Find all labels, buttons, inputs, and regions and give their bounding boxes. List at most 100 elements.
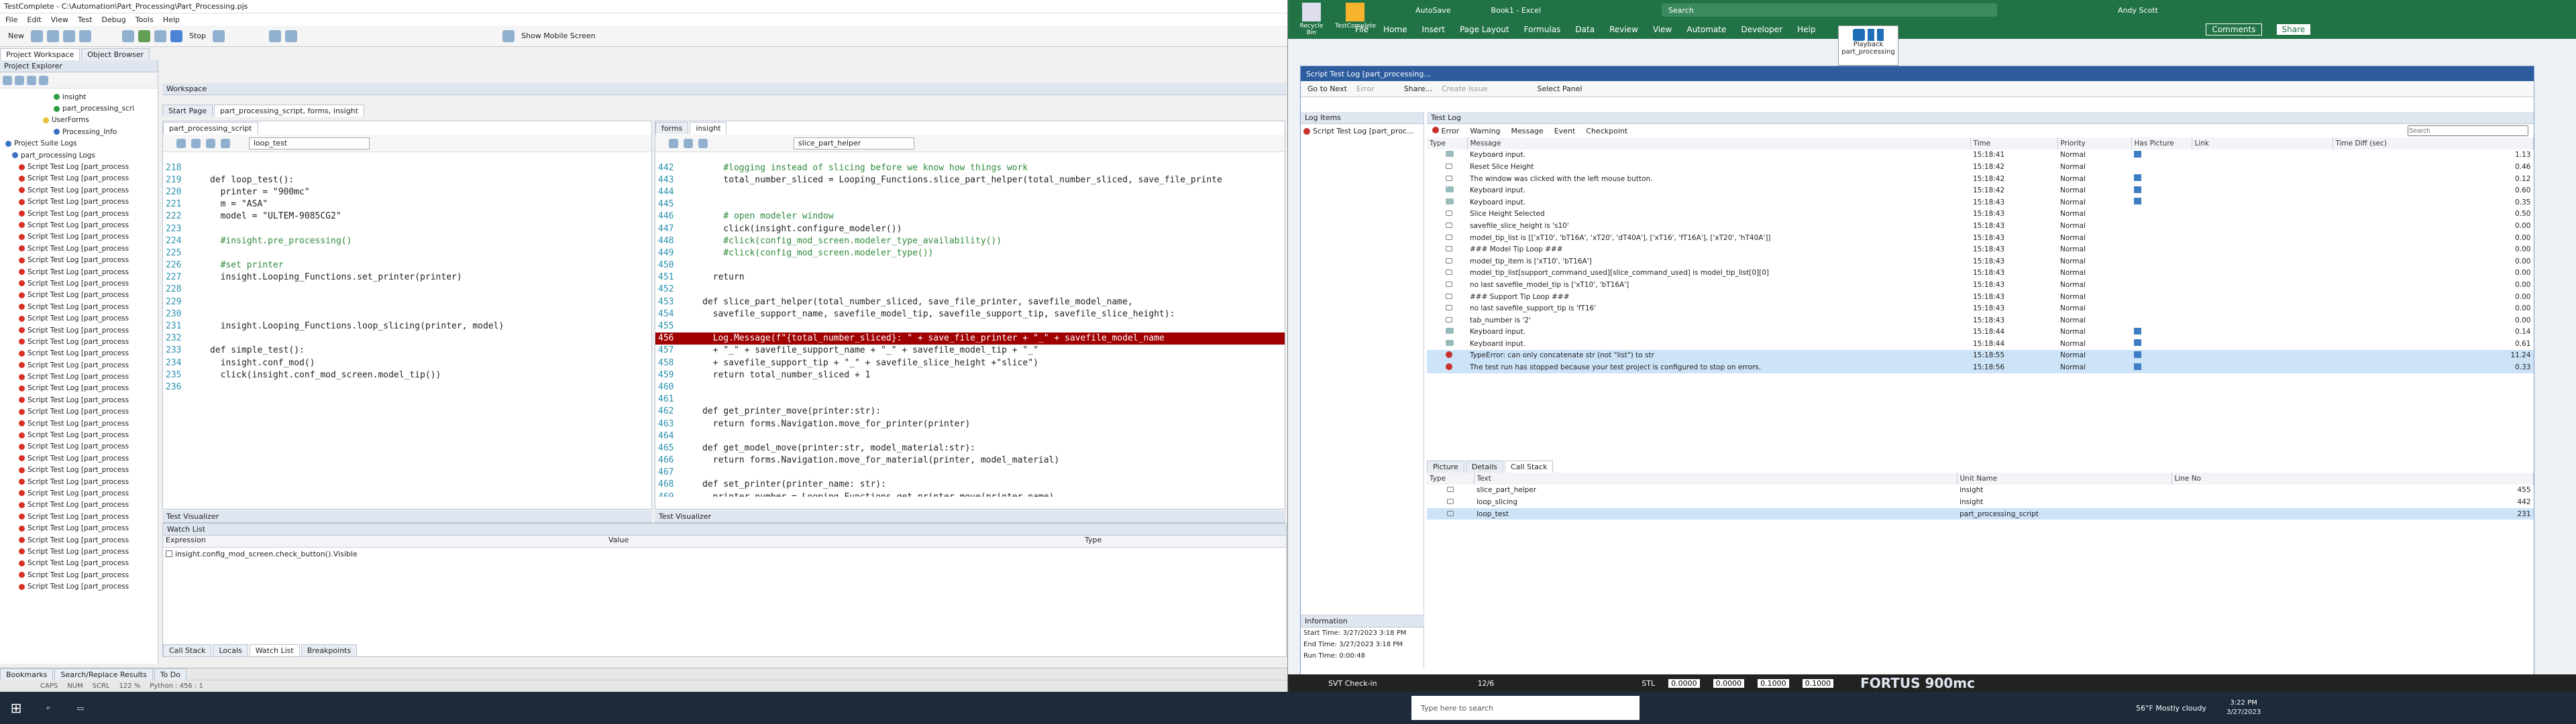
log-tree-item[interactable]: Script Test Log [part_process: [0, 534, 158, 546]
call-stack-row[interactable]: loop_test part_processing_script 231: [1427, 507, 2534, 520]
col-link[interactable]: Link: [2192, 137, 2333, 149]
windows-start-icon[interactable]: ⊞: [0, 692, 32, 724]
log-tree-item[interactable]: Script Test Log [part_process: [0, 406, 158, 418]
log-row[interactable]: no last savefile_model_tip is ['xT10', '…: [1427, 279, 2534, 291]
picture-icon[interactable]: [2134, 351, 2141, 358]
tab-todo[interactable]: To Do: [154, 668, 186, 680]
menu-view[interactable]: View: [51, 15, 68, 24]
log-tree-item[interactable]: Script Test Log [part_process: [0, 173, 158, 184]
select-panel-button[interactable]: Select Panel: [1537, 84, 1582, 93]
tab-call-stack[interactable]: Call Stack: [163, 644, 212, 656]
filter-icon[interactable]: [39, 75, 48, 85]
redo-icon[interactable]: [79, 29, 91, 42]
menu-file[interactable]: File: [5, 15, 17, 24]
ribbon-developer[interactable]: Developer: [1741, 25, 1782, 34]
call-stack-row[interactable]: loop_slicing insight 442: [1427, 496, 2534, 508]
pause-icon[interactable]: [154, 29, 166, 42]
filter-error[interactable]: Error: [1432, 126, 1459, 135]
picture-icon[interactable]: [2134, 150, 2141, 158]
step-over-icon[interactable]: [285, 29, 298, 42]
ribbon-automate[interactable]: Automate: [1686, 25, 1726, 34]
log-tree-item[interactable]: Script Test Log [part_process: [0, 161, 158, 172]
ribbon-insert[interactable]: Insert: [1422, 25, 1445, 34]
picture-icon[interactable]: [2134, 363, 2141, 370]
log-tree-item[interactable]: Script Test Log [part_process: [0, 476, 158, 487]
log-tree-item[interactable]: Script Test Log [part_process: [0, 522, 158, 534]
picture-icon[interactable]: [2134, 327, 2141, 335]
tree-item[interactable]: insight: [0, 91, 158, 103]
autosave-toggle[interactable]: AutoSave: [1415, 6, 1451, 15]
menu-debug[interactable]: Debug: [102, 15, 126, 24]
comment-icon[interactable]: [698, 138, 708, 148]
log-tree-item[interactable]: Script Test Log [part_process: [0, 394, 158, 406]
log-tree-item[interactable]: Script Test Log [part_process: [0, 301, 158, 312]
coord-y-field[interactable]: 0.0000: [1713, 678, 1745, 688]
tab-breakpoints[interactable]: Breakpoints: [301, 644, 358, 656]
error-dropdown[interactable]: Error: [1356, 84, 1375, 93]
comment-icon[interactable]: [206, 138, 215, 148]
add-icon[interactable]: [3, 75, 12, 85]
svt-checkin-button[interactable]: SVT Check-in: [1328, 679, 1377, 688]
log-tree-item[interactable]: Script Test Log [part_process: [0, 278, 158, 289]
log-tree-item[interactable]: Script Test Log [part_process: [0, 441, 158, 452]
ribbon-view[interactable]: View: [1653, 25, 1672, 34]
log-row[interactable]: model_tip_item is ['xT10', 'bT16A'] 15:18…: [1427, 255, 2534, 267]
col-type[interactable]: Type: [1427, 137, 1468, 149]
log-row[interactable]: Slice Height Selected 15:18:43 Normal 0.50: [1427, 208, 2534, 221]
log-tree-item[interactable]: Script Test Log [part_process: [0, 336, 158, 347]
share-button[interactable]: Share...: [1404, 84, 1432, 93]
log-tree-item[interactable]: Script Test Log [part_process: [0, 371, 158, 382]
coord-d2-field[interactable]: 0.1000: [1802, 678, 1834, 688]
log-tree-item[interactable]: Script Test Log [part_process: [0, 208, 158, 219]
log-row[interactable]: Keyboard input. 15:18:42 Normal 0.60: [1427, 184, 2534, 196]
col-has-picture[interactable]: Has Picture: [2131, 137, 2192, 149]
open-icon[interactable]: [31, 29, 43, 42]
picture-icon[interactable]: [2134, 186, 2141, 193]
tab-picture[interactable]: Picture: [1427, 461, 1464, 473]
tab-object-browser[interactable]: Object Browser: [81, 48, 150, 60]
watch-checkbox[interactable]: [166, 550, 172, 557]
stop-button[interactable]: Stop: [186, 32, 209, 40]
picture-icon[interactable]: [2134, 339, 2141, 347]
stop-icon[interactable]: [170, 29, 182, 42]
col-value[interactable]: Value: [606, 536, 1082, 547]
log-tree-item[interactable]: Script Test Log [part_process: [0, 324, 158, 336]
log-row[interactable]: Keyboard input. 15:18:41 Normal 1.13: [1427, 149, 2534, 162]
log-tree-item[interactable]: Script Test Log [part_process: [0, 359, 158, 371]
error-log-row[interactable]: The test run has stopped because your te…: [1427, 361, 2534, 373]
record-icon[interactable]: [122, 29, 134, 42]
log-tree-item[interactable]: Script Test Log [part_process: [0, 312, 158, 324]
tab-insight[interactable]: insight: [690, 122, 727, 134]
ribbon-home[interactable]: Home: [1383, 25, 1407, 34]
tab-start-page[interactable]: Start Page: [162, 105, 213, 117]
log-tree-item[interactable]: Script Test Log [part_process: [0, 418, 158, 429]
col-type[interactable]: Type: [1082, 536, 1283, 547]
go-to-next-button[interactable]: Go to Next: [1307, 84, 1347, 93]
log-tree-item[interactable]: Script Test Log [part_process: [0, 254, 158, 265]
indent-icon[interactable]: [669, 138, 678, 148]
clock[interactable]: 3:22 PM 3/27/2023: [2226, 699, 2261, 717]
ribbon-help[interactable]: Help: [1797, 25, 1815, 34]
tab-part-processing-script[interactable]: part_processing_script: [163, 122, 258, 134]
ribbon-formulas[interactable]: Formulas: [1524, 25, 1561, 34]
code-area-right[interactable]: 442 #logging instead of slicing before w…: [655, 162, 1285, 497]
tab-part-processing[interactable]: part_processing_script, forms, insight: [214, 105, 364, 117]
new-button[interactable]: New: [5, 32, 27, 40]
filter-warning[interactable]: Warning: [1470, 127, 1500, 135]
ribbon-data[interactable]: Data: [1575, 25, 1595, 34]
watch-row[interactable]: insight.config_mod_screen.check_button()…: [163, 548, 1286, 560]
log-row[interactable]: ### Model Tip Loop ### 15:18:43 Normal 0.00: [1427, 243, 2534, 255]
log-tree-item[interactable]: Script Test Log [part_process: [0, 219, 158, 231]
debug-icon[interactable]: [213, 29, 225, 42]
col-time[interactable]: Time: [1970, 137, 2058, 149]
picture-icon[interactable]: [2134, 198, 2141, 205]
log-tree-item[interactable]: Script Test Log [part_process: [0, 569, 158, 581]
log-tree-item[interactable]: Script Test Log [part_process: [0, 348, 158, 359]
mobile-icon[interactable]: [502, 29, 515, 42]
playback-indicator[interactable]: Playback part_processing: [1838, 25, 1898, 66]
tree-item[interactable]: UserForms: [0, 115, 158, 126]
step-icon[interactable]: [269, 29, 282, 42]
log-tree-item[interactable]: Script Test Log [part_process: [0, 546, 158, 557]
outdent-icon[interactable]: [684, 138, 693, 148]
call-stack-row[interactable]: slice_part_helper insight 455: [1427, 485, 2534, 497]
